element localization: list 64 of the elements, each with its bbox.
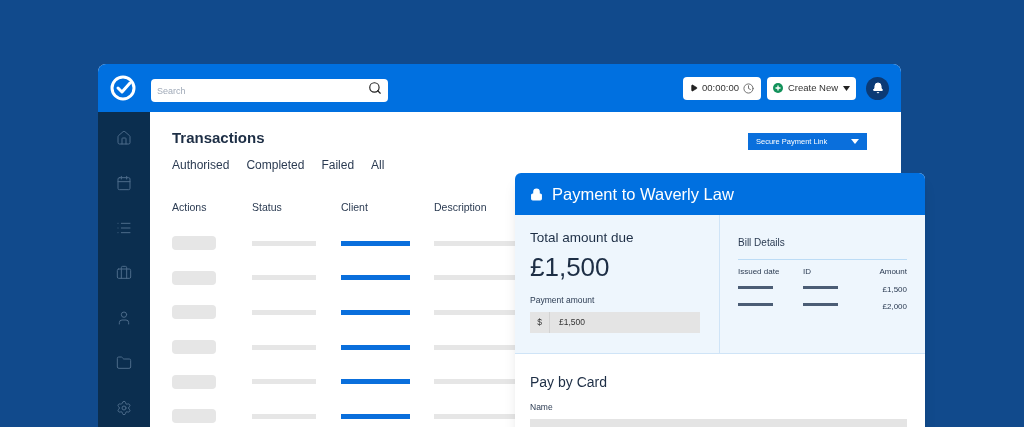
search-icon (368, 81, 382, 95)
placeholder-bar (252, 413, 316, 419)
bill-column-header: Amount (879, 267, 907, 276)
placeholder-block (172, 305, 216, 320)
settings-icon[interactable] (116, 400, 132, 416)
filter-tab[interactable]: All (371, 156, 385, 174)
placeholder-link-bar (341, 344, 410, 350)
clock-icon (743, 82, 754, 94)
filter-tab[interactable]: Completed (246, 156, 305, 174)
list-icon[interactable] (116, 220, 132, 236)
bill-amount: £1,500 (882, 285, 907, 294)
calendar-icon[interactable] (116, 175, 132, 191)
placeholder-link-bar (341, 275, 410, 281)
placeholder-bar (803, 302, 838, 306)
placeholder-block (172, 409, 216, 424)
payment-amount-label: Payment amount (530, 294, 596, 307)
card-title: Payment to Waverly Law (552, 183, 734, 205)
total-label: Total amount due (530, 229, 635, 247)
search-field[interactable]: Search (151, 79, 388, 102)
placeholder-block (172, 236, 216, 251)
check-circle-logo (110, 75, 136, 101)
placeholder-bar (252, 275, 316, 281)
column-header: Description (434, 201, 487, 213)
placeholder-block (172, 340, 216, 355)
bill-column-header: ID (803, 267, 811, 276)
bell-icon (871, 82, 884, 94)
filter-tab[interactable]: Authorised (172, 156, 230, 174)
placeholder-link-bar (341, 413, 410, 419)
caret-icon (851, 139, 859, 144)
page-title: Transactions (172, 128, 265, 149)
placeholder-bar (738, 285, 773, 289)
placeholder-block (172, 270, 216, 285)
placeholder-bar (738, 302, 773, 306)
plus-circle-icon (772, 83, 783, 93)
filter-tab[interactable]: Failed (321, 156, 355, 174)
placeholder-link-bar (341, 240, 410, 246)
placeholder-bar (252, 344, 316, 350)
total-amount: £1,500 (530, 251, 611, 285)
name-label: Name (530, 401, 554, 414)
placeholder-bar (252, 379, 316, 385)
timer-button[interactable]: 00:00:00 (683, 76, 761, 100)
placeholder-bar (252, 240, 316, 246)
placeholder-link-bar (341, 310, 410, 315)
column-header: Client (341, 201, 368, 213)
column-header: Status (252, 201, 282, 213)
payment-amount-field[interactable]: $ £1,500 (530, 312, 700, 333)
create-new-button[interactable]: Create New (767, 76, 856, 100)
caret-icon (843, 85, 851, 91)
notification-button[interactable] (866, 76, 889, 100)
bill-amount: £2,000 (882, 302, 907, 311)
lock-icon (530, 187, 543, 201)
play-icon (690, 84, 698, 92)
bill-column-header: Issued date (738, 267, 780, 276)
column-header: Actions (172, 201, 207, 213)
placeholder-link-bar (341, 379, 410, 385)
home-icon[interactable] (116, 130, 132, 146)
placeholder-block (172, 374, 216, 389)
placeholder-bar (252, 310, 316, 315)
placeholder-bar (803, 285, 838, 289)
folder-icon[interactable] (116, 355, 132, 371)
pay-by-card-title: Pay by Card (530, 373, 609, 392)
user-icon[interactable] (116, 310, 132, 326)
briefcase-icon[interactable] (116, 265, 132, 281)
bill-details-title: Bill Details (738, 237, 785, 248)
